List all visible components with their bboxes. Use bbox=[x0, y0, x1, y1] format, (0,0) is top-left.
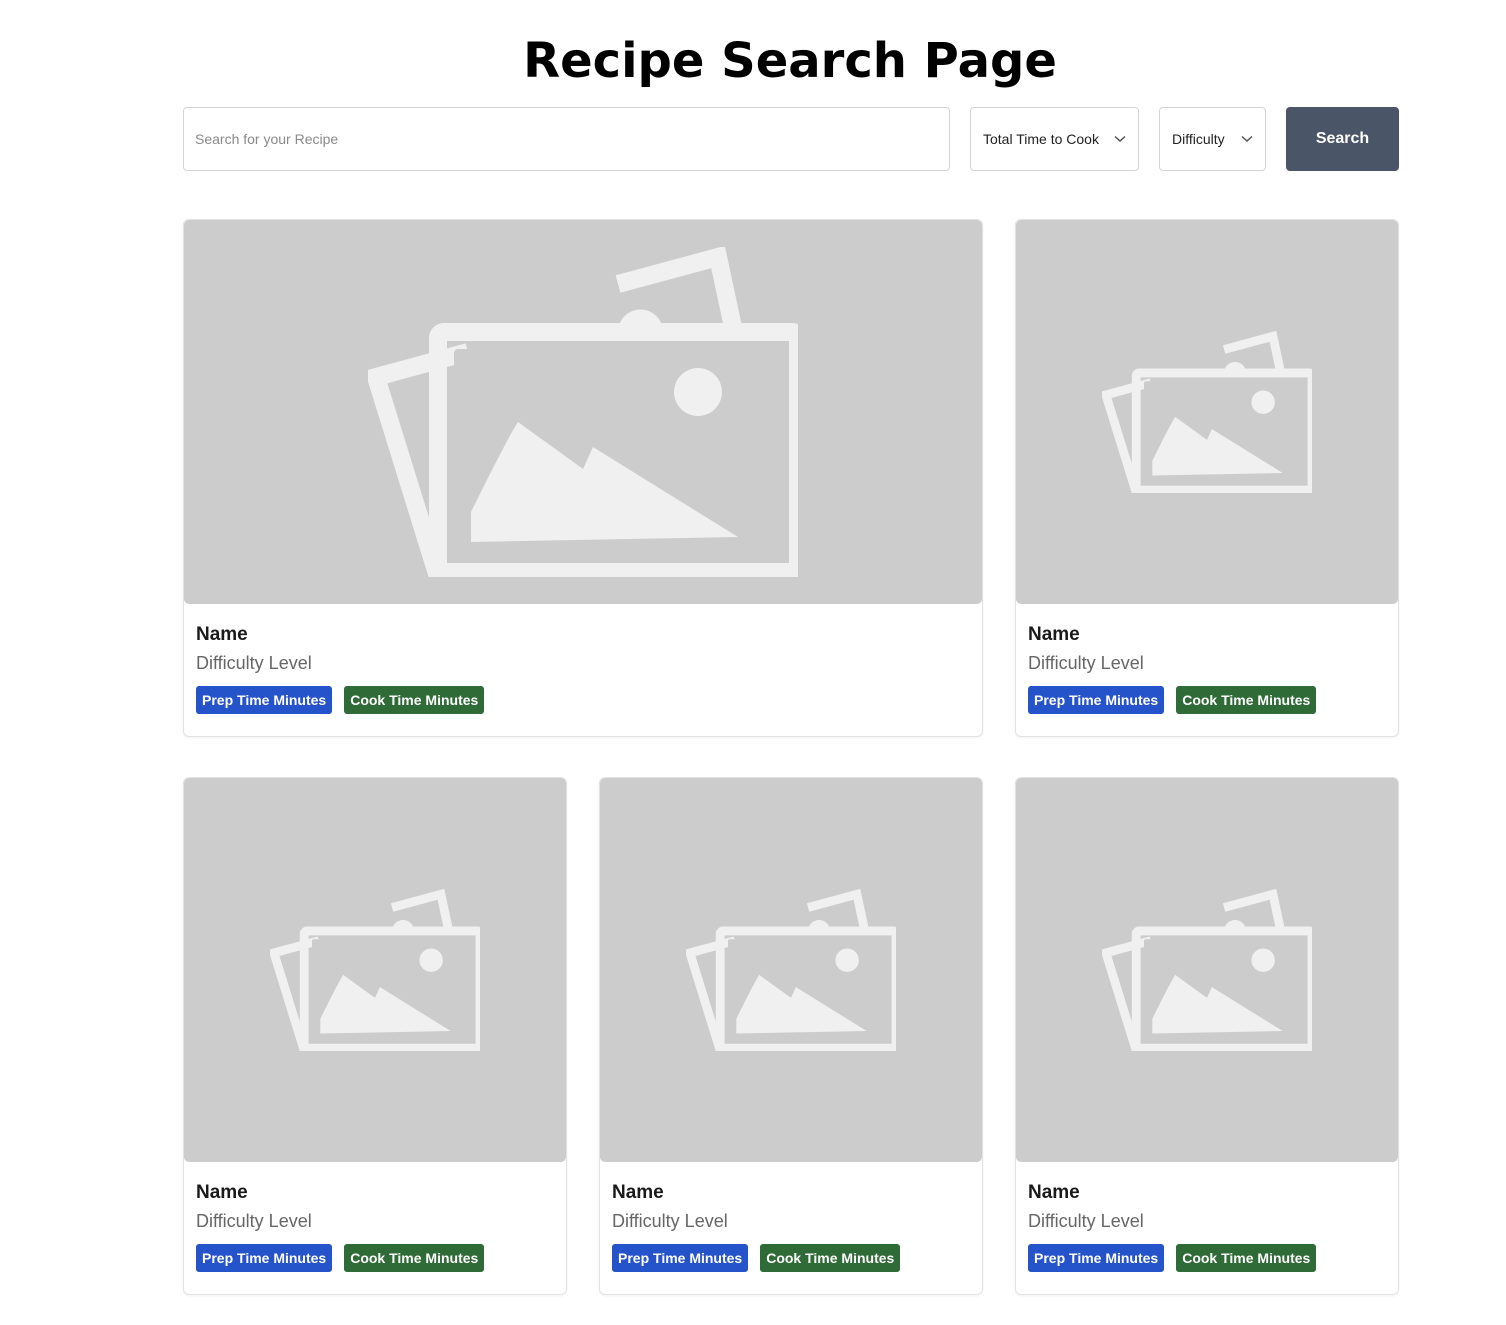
recipe-card[interactable]: Name Difficulty Level Prep Time Minutes Coo… bbox=[183, 777, 567, 1295]
recipe-card[interactable]: Name Difficulty Level Prep Time Minutes Coo… bbox=[1015, 777, 1399, 1295]
card-body: Name Difficulty Level Prep Time Minutes Coo… bbox=[1028, 1180, 1386, 1272]
image-placeholder-icon bbox=[1102, 889, 1312, 1051]
difficulty-level: Difficulty Level bbox=[612, 1211, 728, 1231]
search-input[interactable] bbox=[183, 107, 950, 171]
prep-time-badge: Prep Time Minutes bbox=[1028, 1244, 1165, 1272]
tag-list: Prep Time Minutes Cook Time Minutes bbox=[1028, 1244, 1386, 1272]
total-time-select-label: Total Time to Cook bbox=[983, 131, 1099, 147]
card-body: Name Difficulty Level Prep Time Minutes Coo… bbox=[196, 622, 970, 714]
card-body: Name Difficulty Level Prep Time Minutes Coo… bbox=[196, 1180, 554, 1272]
prep-time-badge: Prep Time Minutes bbox=[196, 1244, 333, 1272]
prep-time-badge: Prep Time Minutes bbox=[612, 1244, 749, 1272]
tag-list: Prep Time Minutes Cook Time Minutes bbox=[612, 1244, 970, 1272]
chevron-down-icon bbox=[1114, 135, 1126, 143]
difficulty-level: Difficulty Level bbox=[1028, 1211, 1144, 1231]
recipe-name: Name bbox=[1028, 1182, 1080, 1203]
difficulty-level: Difficulty Level bbox=[196, 653, 312, 673]
recipe-card[interactable]: Name Difficulty Level Prep Time Minutes Coo… bbox=[599, 777, 983, 1295]
card-body: Name Difficulty Level Prep Time Minutes Coo… bbox=[1028, 622, 1386, 714]
recipe-card[interactable]: Name Difficulty Level Prep Time Minutes Coo… bbox=[183, 219, 983, 737]
card-body: Name Difficulty Level Prep Time Minutes Coo… bbox=[612, 1180, 970, 1272]
tag-list: Prep Time Minutes Cook Time Minutes bbox=[1028, 686, 1386, 714]
prep-time-badge: Prep Time Minutes bbox=[1028, 686, 1165, 714]
recipe-image bbox=[600, 778, 982, 1162]
cook-time-badge: Cook Time Minutes bbox=[344, 686, 485, 714]
recipe-card[interactable]: Name Difficulty Level Prep Time Minutes Coo… bbox=[1015, 219, 1399, 737]
cook-time-badge: Cook Time Minutes bbox=[760, 1244, 901, 1272]
recipe-image bbox=[1016, 778, 1398, 1162]
recipe-name: Name bbox=[196, 1182, 248, 1203]
search-button[interactable]: Search bbox=[1286, 107, 1399, 171]
image-placeholder-icon bbox=[686, 889, 896, 1051]
tag-list: Prep Time Minutes Cook Time Minutes bbox=[196, 1244, 554, 1272]
recipe-name: Name bbox=[1028, 624, 1080, 645]
cook-time-badge: Cook Time Minutes bbox=[1176, 1244, 1317, 1272]
recipe-image bbox=[1016, 220, 1398, 604]
difficulty-level: Difficulty Level bbox=[196, 1211, 312, 1231]
total-time-select[interactable]: Total Time to Cook bbox=[970, 107, 1139, 171]
image-placeholder-icon bbox=[368, 247, 798, 577]
recipe-name: Name bbox=[196, 624, 248, 645]
prep-time-badge: Prep Time Minutes bbox=[196, 686, 333, 714]
page-title: Recipe Search Page bbox=[523, 33, 1057, 89]
recipe-image bbox=[184, 778, 566, 1162]
tag-list: Prep Time Minutes Cook Time Minutes bbox=[196, 686, 970, 714]
cook-time-badge: Cook Time Minutes bbox=[344, 1244, 485, 1272]
chevron-down-icon bbox=[1241, 135, 1253, 143]
recipe-name: Name bbox=[612, 1182, 664, 1203]
image-placeholder-icon bbox=[1102, 331, 1312, 493]
recipe-image bbox=[184, 220, 982, 604]
difficulty-level: Difficulty Level bbox=[1028, 653, 1144, 673]
cook-time-badge: Cook Time Minutes bbox=[1176, 686, 1317, 714]
image-placeholder-icon bbox=[270, 889, 480, 1051]
difficulty-select-label: Difficulty bbox=[1172, 131, 1225, 147]
difficulty-select[interactable]: Difficulty bbox=[1159, 107, 1266, 171]
